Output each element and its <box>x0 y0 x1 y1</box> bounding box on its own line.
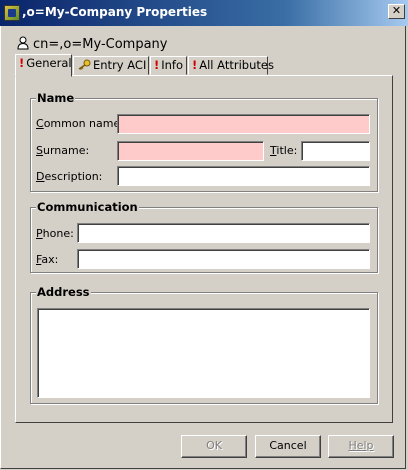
title-field[interactable] <box>301 141 370 161</box>
entry-dn-text: cn=,o=My-Company <box>33 37 168 52</box>
phone-input[interactable] <box>78 224 369 242</box>
tab-general[interactable]: ! General <box>15 54 72 77</box>
address-textarea[interactable] <box>38 309 369 397</box>
surname-input[interactable] <box>118 142 263 160</box>
description-label: Description: <box>36 170 103 183</box>
title-label: Title: <box>270 144 298 157</box>
description-field[interactable] <box>117 166 370 186</box>
tab-info[interactable]: ! Info <box>150 56 187 75</box>
tab-all-attributes[interactable]: ! All Attributes <box>188 56 274 75</box>
fax-input[interactable] <box>78 250 369 268</box>
address-group-title: Address <box>36 285 91 299</box>
address-group: Address <box>30 285 378 404</box>
window-title: ,o=My-Company Properties <box>22 5 208 19</box>
required-marker-icon: ! <box>19 56 25 70</box>
common-name-input[interactable] <box>118 115 369 133</box>
phone-label: Phone: <box>36 227 74 240</box>
user-icon <box>17 36 29 50</box>
tab-all-attributes-label: All Attributes <box>199 58 274 72</box>
name-group-title: Name <box>36 91 76 105</box>
phone-field[interactable] <box>77 223 370 243</box>
help-button-label: Help <box>348 439 374 452</box>
surname-label: Surname: <box>36 144 90 157</box>
key-icon <box>78 59 91 70</box>
close-button[interactable]: ✕ <box>388 4 405 19</box>
tab-info-label: Info <box>161 58 184 72</box>
title-bar[interactable]: ,o=My-Company Properties ✕ <box>0 0 408 26</box>
title-input[interactable] <box>302 142 369 160</box>
common-name-field[interactable] <box>117 114 370 134</box>
communication-group: Communication Phone: Fax: <box>30 200 378 273</box>
description-input[interactable] <box>118 167 369 185</box>
required-marker-icon: ! <box>154 58 160 72</box>
entry-dn: cn=,o=My-Company <box>17 36 167 52</box>
surname-field[interactable] <box>117 141 264 161</box>
tab-entry-aci-label: Entry ACI <box>93 58 147 72</box>
fax-field[interactable] <box>77 249 370 269</box>
tab-general-label: General <box>26 56 72 70</box>
required-marker-icon: ! <box>192 58 198 72</box>
tab-entry-aci[interactable]: Entry ACI <box>73 56 149 75</box>
common-name-label: Common name: <box>36 117 124 130</box>
name-group: Name Common name: Surname: Title: Descri… <box>30 91 378 192</box>
communication-group-title: Communication <box>36 200 139 214</box>
ok-button[interactable]: OK <box>181 435 247 458</box>
help-button[interactable]: Help <box>328 435 394 458</box>
app-icon <box>4 5 20 21</box>
tab-panel-general: Name Common name: Surname: Title: Descri… <box>15 75 393 423</box>
fax-label: Fax: <box>36 253 59 266</box>
address-field[interactable] <box>37 308 370 398</box>
cancel-button[interactable]: Cancel <box>255 435 321 458</box>
